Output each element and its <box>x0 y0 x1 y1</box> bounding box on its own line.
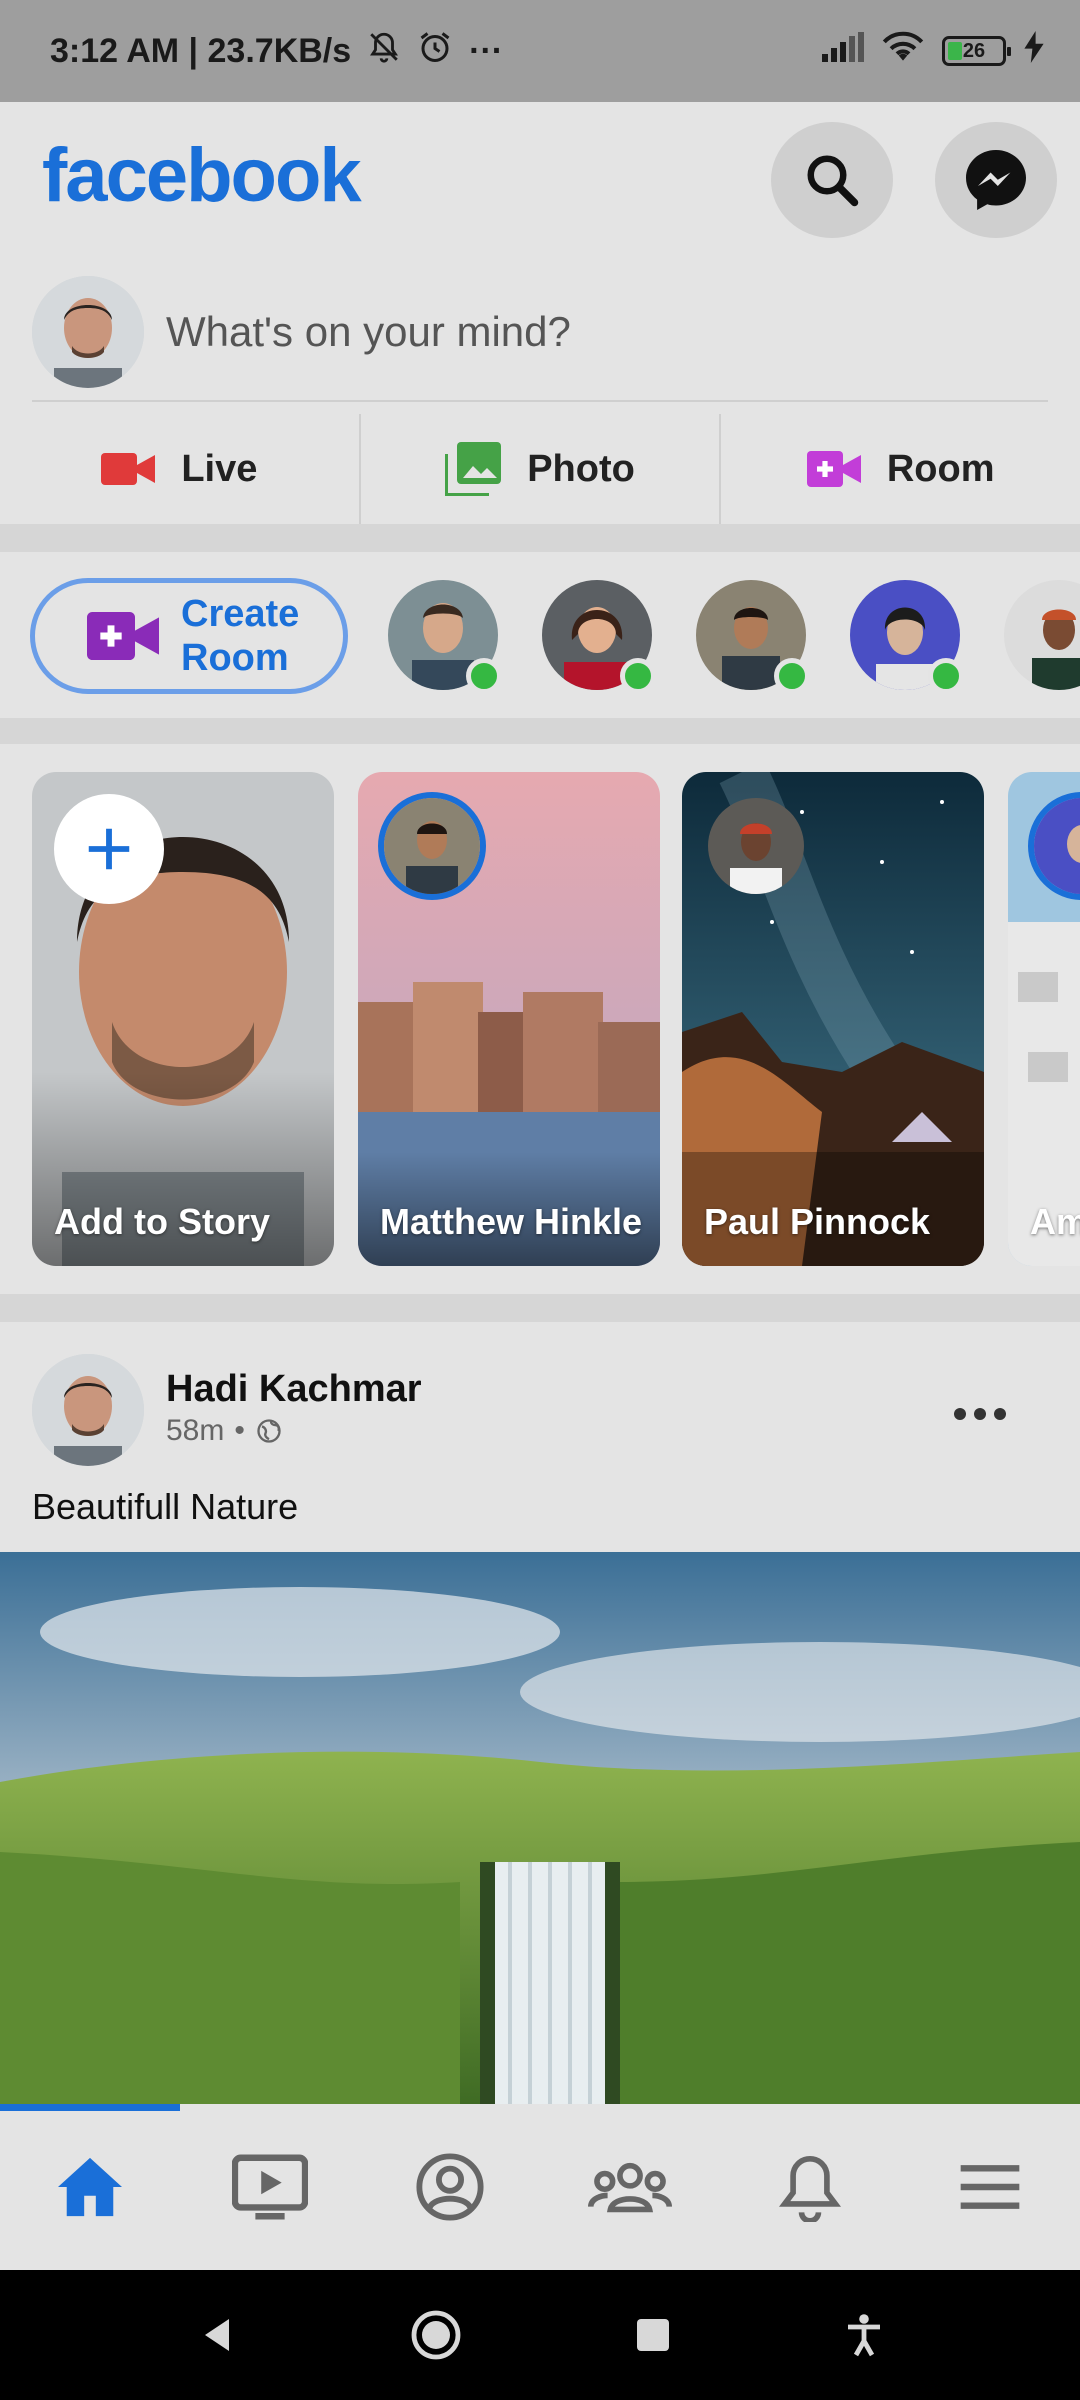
user-avatar[interactable] <box>32 276 144 388</box>
room-contact-avatar[interactable] <box>388 580 502 694</box>
create-room-icon <box>87 612 159 660</box>
room-contact-avatar[interactable] <box>850 580 964 694</box>
globe-icon <box>257 1419 281 1443</box>
nav-watch[interactable] <box>180 2104 360 2270</box>
story-card[interactable]: Matthew Hinkle <box>358 772 660 1266</box>
messenger-icon <box>966 150 1026 210</box>
story-name: Paul Pinnock <box>704 1201 931 1242</box>
post-time[interactable]: 58m <box>166 1414 224 1448</box>
more-notifications-icon: ··· <box>469 31 504 70</box>
search-icon <box>807 155 859 207</box>
messenger-button[interactable] <box>935 122 1057 238</box>
groups-icon <box>588 2162 672 2213</box>
wifi-icon <box>882 30 924 73</box>
status-time: 3:12 AM | 23.7KB/s <box>50 31 352 70</box>
story-card[interactable]: Paul Pinnock <box>682 772 984 1266</box>
alarm-icon <box>417 29 453 74</box>
whats-on-your-mind-input[interactable]: What's on your mind? <box>166 308 571 356</box>
battery-level: 26 <box>962 39 986 62</box>
nav-profile[interactable] <box>360 2104 540 2270</box>
live-label: Live <box>181 447 258 490</box>
post-author-name[interactable]: Hadi Kachmar <box>166 1368 422 1411</box>
nav-groups[interactable] <box>540 2104 720 2270</box>
online-indicator <box>774 658 810 694</box>
nav-menu[interactable] <box>900 2104 1080 2270</box>
story-author-avatar <box>702 792 810 900</box>
nav-home[interactable] <box>0 2104 180 2270</box>
recents-icon[interactable] <box>635 2317 671 2353</box>
battery-icon: 26 <box>942 36 1011 66</box>
story-name: Am <box>1030 1201 1080 1242</box>
story-name: Add to Story <box>54 1201 270 1242</box>
room-contact-avatar[interactable] <box>696 580 810 694</box>
photo-icon <box>445 442 502 496</box>
rooms-row: Create Room <box>0 552 1080 718</box>
meta-separator: • <box>234 1414 245 1447</box>
post-image[interactable] <box>0 1552 1080 2104</box>
active-tab-indicator <box>0 2104 180 2111</box>
app-header: facebook <box>0 102 1080 252</box>
muted-bell-icon <box>367 29 401 74</box>
story-card[interactable]: Am <box>1008 772 1080 1266</box>
post-meta: 58m • <box>166 1414 283 1448</box>
divider <box>32 400 1048 402</box>
room-video-icon <box>806 451 861 487</box>
back-icon[interactable] <box>197 2315 237 2355</box>
room-button[interactable]: Room <box>719 414 1080 524</box>
online-indicator <box>620 658 656 694</box>
online-indicator <box>466 658 502 694</box>
facebook-logo: facebook <box>42 133 362 218</box>
story-name: Matthew Hinkle <box>380 1201 643 1242</box>
menu-icon <box>960 2165 1020 2209</box>
add-to-story-card[interactable]: Add to Story <box>32 772 334 1266</box>
section-divider <box>0 1294 1080 1322</box>
create-room-label-line2: Room <box>181 637 289 679</box>
status-bar: 3:12 AM | 23.7KB/s ··· 26 <box>0 0 1080 102</box>
post-options-button[interactable] <box>954 1408 1006 1420</box>
plus-icon <box>88 828 130 870</box>
home-circle-icon[interactable] <box>410 2309 462 2361</box>
story-author-avatar <box>378 792 486 900</box>
photo-label: Photo <box>527 447 635 490</box>
room-contact-avatar[interactable] <box>542 580 656 694</box>
live-button[interactable]: Live <box>0 414 359 524</box>
section-divider <box>0 524 1080 552</box>
accessibility-icon[interactable] <box>844 2313 884 2357</box>
section-divider <box>0 718 1080 744</box>
photo-button[interactable]: Photo <box>358 414 720 524</box>
profile-icon <box>416 2153 484 2221</box>
create-room-label-line1: Create <box>181 593 300 635</box>
home-icon <box>58 2157 122 2217</box>
feed-post: Hadi Kachmar 58m • Beautifull Nature <box>0 1322 1080 2104</box>
dot <box>974 1408 986 1420</box>
post-composer: What's on your mind? Live Photo Room <box>0 252 1080 524</box>
search-button[interactable] <box>771 122 893 238</box>
room-label: Room <box>886 447 995 490</box>
charging-icon <box>1024 30 1044 72</box>
signal-icon <box>822 31 864 71</box>
stories-row: Add to Story Matthew Hinkle Paul Pinnock… <box>0 744 1080 1294</box>
nav-notifications[interactable] <box>720 2104 900 2270</box>
video-camera-icon <box>101 453 156 485</box>
dot <box>954 1408 966 1420</box>
room-contact-avatar[interactable] <box>1004 580 1080 694</box>
system-nav-bar <box>0 2270 1080 2400</box>
add-story-plus-button[interactable] <box>54 794 164 904</box>
bottom-nav <box>0 2104 1080 2270</box>
create-room-button[interactable]: Create Room <box>30 578 348 694</box>
dot <box>994 1408 1006 1420</box>
watch-icon <box>232 2154 308 2220</box>
online-indicator <box>928 658 964 694</box>
post-author-avatar[interactable] <box>32 1354 144 1466</box>
post-caption: Beautifull Nature <box>32 1486 299 1527</box>
notifications-icon <box>779 2155 841 2222</box>
